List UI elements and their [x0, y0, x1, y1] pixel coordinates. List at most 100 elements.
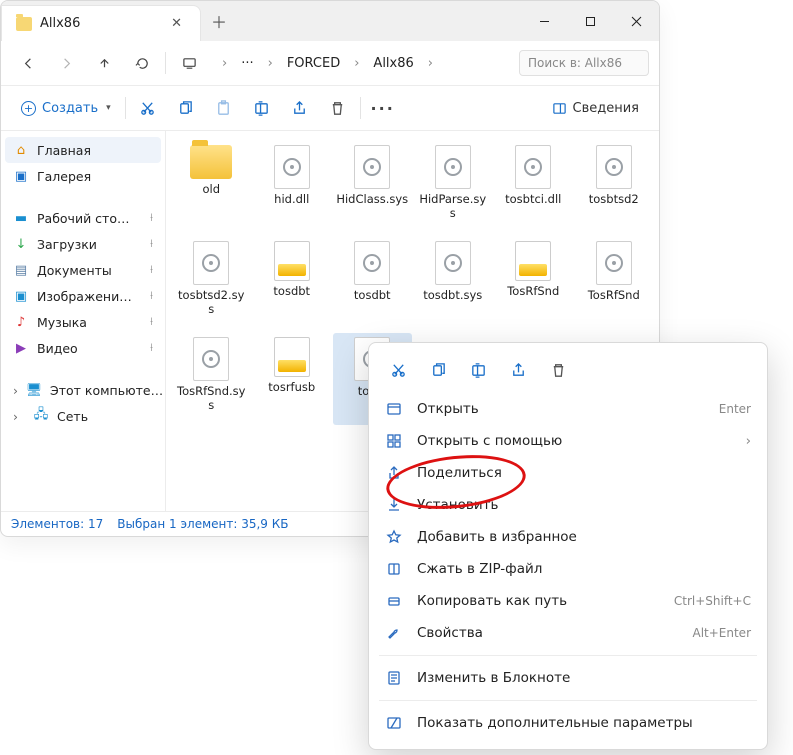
- separator: [360, 97, 361, 119]
- file-icon: [193, 241, 229, 285]
- ctx-open[interactable]: ОткрытьEnter: [369, 393, 767, 425]
- close-window-button[interactable]: [613, 1, 659, 41]
- delete-button[interactable]: [320, 92, 356, 124]
- separator: [165, 52, 166, 74]
- ctx-show-more[interactable]: Показать дополнительные параметры: [369, 707, 767, 739]
- file-item[interactable]: tosdbt: [333, 237, 412, 329]
- share-button[interactable]: [282, 92, 318, 124]
- pin-icon: ⟊: [150, 289, 153, 303]
- new-tab-button[interactable]: ＋: [201, 1, 237, 41]
- ctx-edit-notepad[interactable]: Изменить в Блокноте: [369, 662, 767, 694]
- file-item[interactable]: hid.dll: [253, 141, 332, 233]
- search-input[interactable]: Поиск в: Allx86: [519, 50, 649, 76]
- folder-icon: [190, 145, 232, 179]
- ctx-install[interactable]: Установить: [369, 489, 767, 521]
- ctx-cut-button[interactable]: [381, 355, 415, 385]
- sidebar-item-thispc[interactable]: ›🖥Этот компьюте…: [5, 377, 161, 403]
- pc-icon[interactable]: [172, 47, 206, 79]
- crumb-item[interactable]: Allx86: [367, 52, 419, 75]
- file-item[interactable]: tosbtsd2: [575, 141, 654, 233]
- tab-active[interactable]: Allx86 ✕: [1, 5, 201, 41]
- file-item[interactable]: TosRfSnd: [575, 237, 654, 329]
- file-item[interactable]: tosrfusb: [253, 333, 332, 425]
- forward-button[interactable]: [49, 47, 83, 79]
- ctx-properties[interactable]: СвойстваAlt+Enter: [369, 617, 767, 649]
- cabinet-icon: [274, 337, 310, 377]
- refresh-button[interactable]: [125, 47, 159, 79]
- file-label: tosbtci.dll: [505, 193, 561, 207]
- file-item[interactable]: tosbtci.dll: [494, 141, 573, 233]
- copy-button[interactable]: [168, 92, 204, 124]
- desktop-icon: ▬: [13, 210, 29, 226]
- minimize-button[interactable]: [521, 1, 567, 41]
- file-item[interactable]: old: [172, 141, 251, 233]
- rename-button[interactable]: [244, 92, 280, 124]
- crumb-overflow[interactable]: ···: [235, 52, 259, 75]
- file-item[interactable]: HidClass.sys: [333, 141, 412, 233]
- separator: [379, 700, 757, 701]
- file-item[interactable]: TosRfSnd: [494, 237, 573, 329]
- file-label: tosbtsd2.sys: [175, 289, 247, 317]
- cut-button[interactable]: [130, 92, 166, 124]
- file-item[interactable]: tosbtsd2.sys: [172, 237, 251, 329]
- sidebar: ⌂Главная ▣Галерея ▬Рабочий сто…⟊ ↓Загруз…: [1, 131, 166, 511]
- pictures-icon: ▣: [13, 288, 29, 304]
- close-tab-button[interactable]: ✕: [167, 14, 186, 33]
- sidebar-item-music[interactable]: ♪Музыка⟊: [5, 309, 161, 335]
- home-icon: ⌂: [13, 142, 29, 158]
- zip-icon: [385, 561, 403, 577]
- file-label: tosdbt: [354, 289, 391, 303]
- documents-icon: ▤: [13, 262, 29, 278]
- ctx-copy-button[interactable]: [421, 355, 455, 385]
- ctx-rename-button[interactable]: [461, 355, 495, 385]
- file-item[interactable]: HidParse.sys: [414, 141, 493, 233]
- ctx-zip[interactable]: Сжать в ZIP-файл: [369, 553, 767, 585]
- file-icon: [596, 241, 632, 285]
- chevron-down-icon: ▾: [106, 103, 111, 113]
- file-item[interactable]: tosdbt: [253, 237, 332, 329]
- file-label: hid.dll: [274, 193, 309, 207]
- ctx-share[interactable]: Поделиться: [369, 457, 767, 489]
- ctx-share-button[interactable]: [501, 355, 535, 385]
- file-icon: [354, 241, 390, 285]
- file-item[interactable]: TosRfSnd.sys: [172, 333, 251, 425]
- sidebar-item-downloads[interactable]: ↓Загрузки⟊: [5, 231, 161, 257]
- ctx-copy-path[interactable]: Копировать как путьCtrl+Shift+C: [369, 585, 767, 617]
- chevron-icon: ›: [13, 409, 25, 424]
- titlebar: Allx86 ✕ ＋: [1, 1, 659, 41]
- sidebar-item-network[interactable]: ›🖧Сеть: [5, 403, 161, 429]
- openwith-icon: [385, 433, 403, 449]
- chevron-icon: ›: [216, 52, 233, 75]
- sidebar-item-pictures[interactable]: ▣Изображени…⟊: [5, 283, 161, 309]
- sidebar-item-desktop[interactable]: ▬Рабочий сто…⟊: [5, 205, 161, 231]
- ctx-delete-button[interactable]: [541, 355, 575, 385]
- notepad-icon: [385, 670, 403, 686]
- videos-icon: ▶: [13, 340, 29, 356]
- ctx-favorite[interactable]: Добавить в избранное: [369, 521, 767, 553]
- file-item[interactable]: tosdbt.sys: [414, 237, 493, 329]
- chevron-icon: ›: [13, 383, 18, 398]
- nav-row: › ··· › FORCED › Allx86 › Поиск в: Allx8…: [1, 41, 659, 86]
- overflow-button[interactable]: ···: [365, 92, 401, 124]
- sidebar-item-videos[interactable]: ▶Видео⟊: [5, 335, 161, 361]
- details-pane-button[interactable]: Сведения: [542, 96, 650, 121]
- create-button[interactable]: + Создать ▾: [11, 96, 121, 121]
- toolbar: + Создать ▾ ··· Сведения: [1, 86, 659, 131]
- sidebar-item-gallery[interactable]: ▣Галерея: [5, 163, 161, 189]
- file-icon: [515, 145, 551, 189]
- maximize-button[interactable]: [567, 1, 613, 41]
- file-icon: [354, 145, 390, 189]
- sidebar-item-home[interactable]: ⌂Главная: [5, 137, 161, 163]
- file-label: tosdbt: [273, 285, 310, 299]
- more-icon: [385, 715, 403, 731]
- pin-icon: ⟊: [150, 211, 153, 225]
- ctx-open-with[interactable]: Открыть с помощью›: [369, 425, 767, 457]
- sidebar-item-documents[interactable]: ▤Документы⟊: [5, 257, 161, 283]
- back-button[interactable]: [11, 47, 45, 79]
- cabinet-icon: [515, 241, 551, 281]
- up-button[interactable]: [87, 47, 121, 79]
- breadcrumb[interactable]: › ··· › FORCED › Allx86 ›: [210, 52, 515, 75]
- file-label: tosbtsd2: [589, 193, 639, 207]
- crumb-item[interactable]: FORCED: [281, 52, 346, 75]
- paste-button[interactable]: [206, 92, 242, 124]
